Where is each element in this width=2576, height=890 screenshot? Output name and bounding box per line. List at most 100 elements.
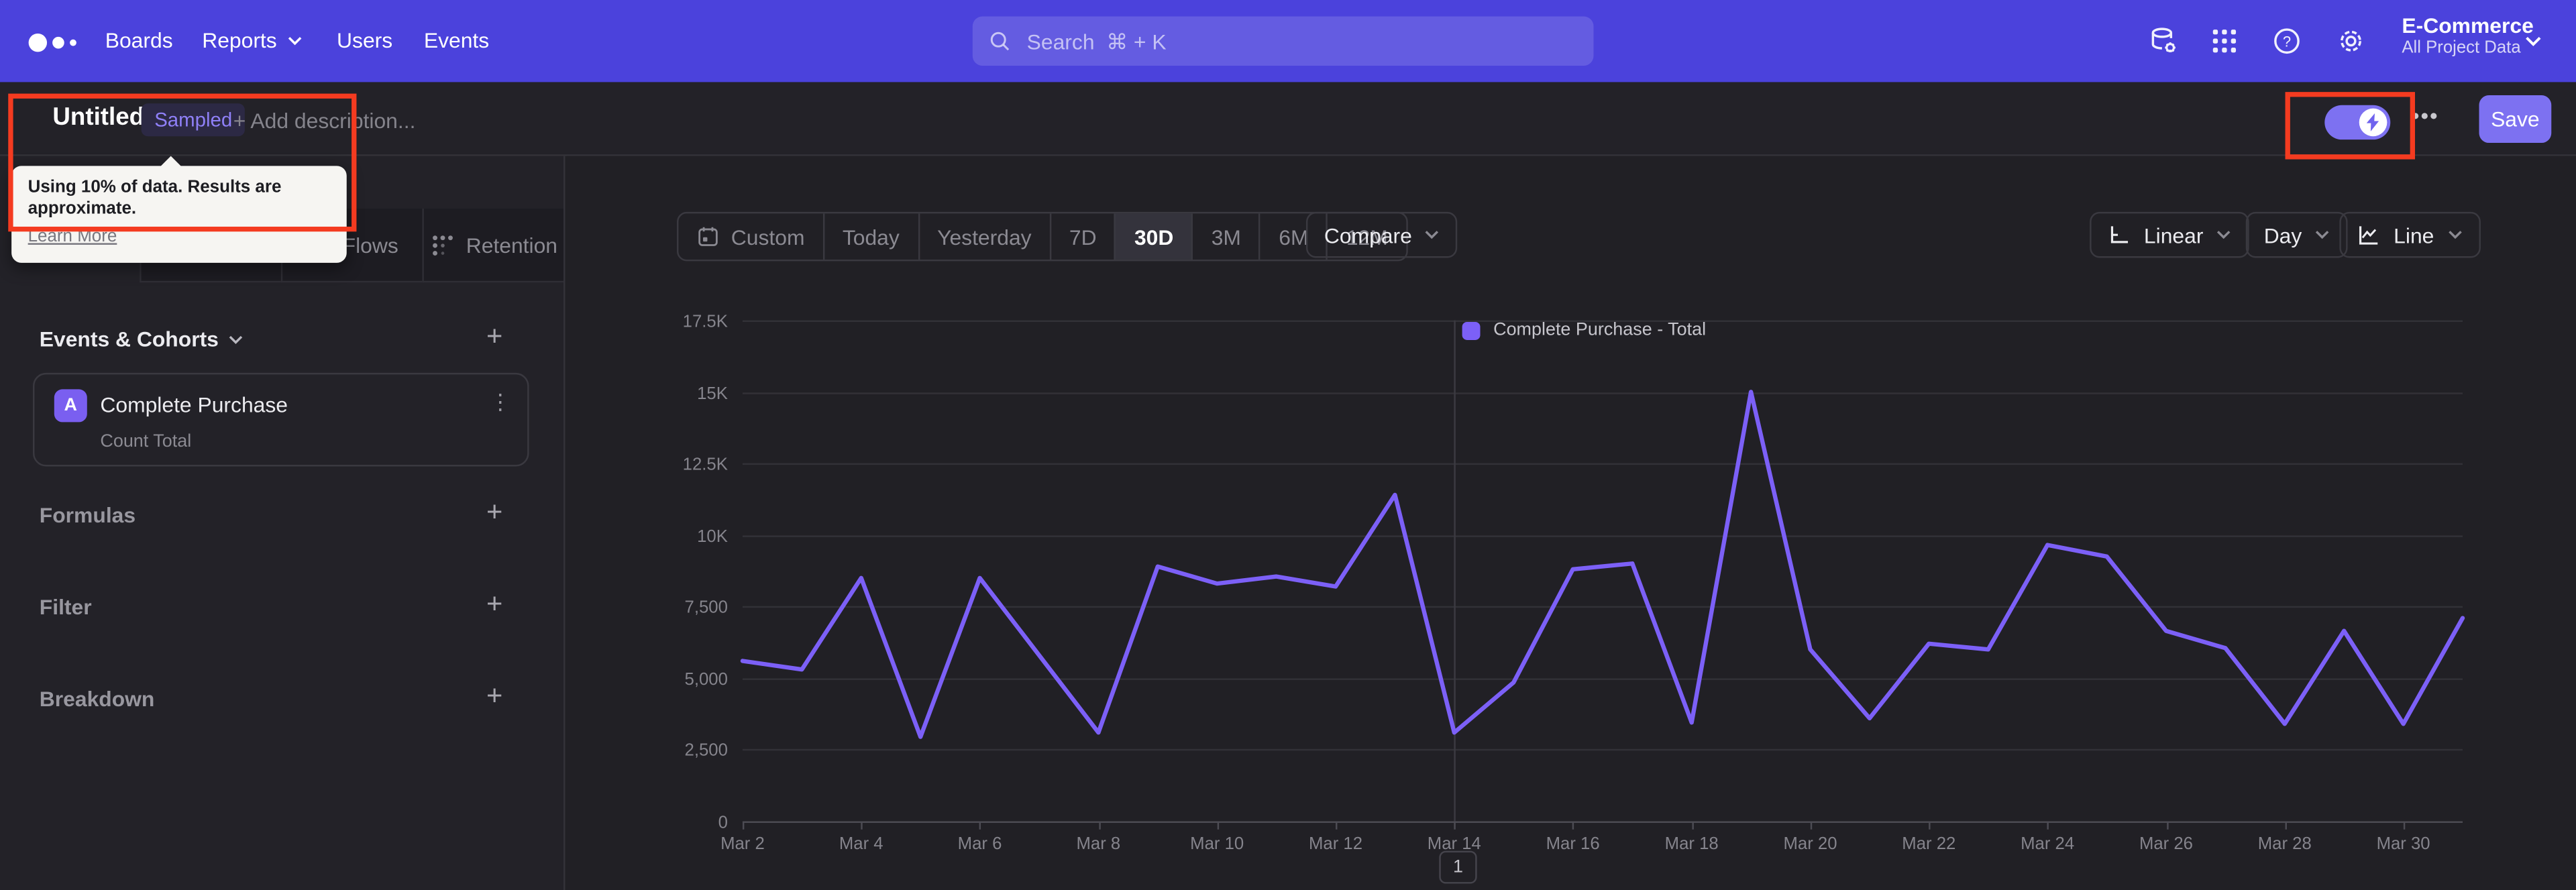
event-name: Complete Purchase bbox=[100, 392, 288, 418]
project-scope: All Project Data bbox=[2402, 38, 2521, 58]
lightning-bolt-icon bbox=[2366, 113, 2379, 131]
data-management-icon[interactable] bbox=[2149, 26, 2178, 56]
search-icon bbox=[990, 32, 1010, 51]
chevron-down-icon bbox=[229, 335, 243, 343]
x-tick bbox=[1336, 821, 1338, 830]
calendar-icon bbox=[698, 227, 718, 246]
add-description[interactable]: + Add description... bbox=[233, 109, 416, 133]
x-tick-label: Mar 28 bbox=[2257, 834, 2312, 854]
series-line bbox=[740, 390, 2465, 739]
breakdown-label: Breakdown bbox=[39, 686, 155, 712]
add-filter-button[interactable]: + bbox=[482, 590, 508, 618]
filter-label: Filter bbox=[39, 594, 92, 620]
x-tick bbox=[979, 821, 981, 830]
x-tick bbox=[742, 821, 745, 830]
app-window: Boards Reports Users Events ? bbox=[0, 0, 2576, 890]
chart-type-dropdown[interactable]: Line bbox=[2339, 211, 2480, 258]
toggle-knob bbox=[2359, 108, 2387, 137]
gridline bbox=[742, 821, 2463, 823]
events-cohorts-header[interactable]: Events & Cohorts bbox=[40, 327, 244, 351]
scale-dropdown[interactable]: Linear bbox=[2090, 211, 2249, 258]
x-tick-label: Mar 22 bbox=[1902, 834, 1956, 854]
learn-more-link[interactable]: Learn More bbox=[28, 227, 117, 246]
svg-text:?: ? bbox=[2283, 34, 2291, 50]
compare-dropdown[interactable]: Compare bbox=[1305, 211, 1458, 258]
project-switcher[interactable]: E-Commerce All Project Data bbox=[2402, 13, 2533, 60]
x-tick bbox=[1217, 821, 1219, 830]
nav-events[interactable]: Events bbox=[424, 28, 489, 53]
more-menu[interactable]: ••• bbox=[2412, 103, 2439, 128]
help-icon[interactable]: ? bbox=[2272, 26, 2302, 56]
series-letter-badge: A bbox=[54, 389, 87, 423]
x-tick bbox=[1929, 821, 1931, 830]
range-custom[interactable]: Custom bbox=[678, 213, 822, 260]
event-card[interactable]: A Complete Purchase ⋮ Count Total bbox=[32, 372, 529, 467]
interval-dropdown[interactable]: Day bbox=[2245, 211, 2348, 258]
x-tick bbox=[2047, 821, 2049, 830]
date-range-control: Custom Today Yesterday 7D 30D 3M 6M 12M bbox=[676, 211, 1408, 262]
x-tick bbox=[1454, 821, 1456, 830]
nav-boards[interactable]: Boards bbox=[105, 28, 173, 53]
save-button[interactable]: Save bbox=[2479, 95, 2552, 144]
chevron-down-icon bbox=[1426, 231, 1440, 239]
nav-users[interactable]: Users bbox=[337, 28, 392, 53]
x-tick-label: Mar 6 bbox=[957, 834, 1002, 854]
event-options-kebab[interactable]: ⋮ bbox=[490, 389, 511, 415]
range-7d[interactable]: 7D bbox=[1049, 213, 1115, 260]
formulas-label: Formulas bbox=[39, 502, 136, 528]
chevron-down-icon bbox=[2316, 231, 2329, 239]
x-tick bbox=[2403, 821, 2406, 830]
x-tick-label: Mar 4 bbox=[839, 834, 883, 854]
x-tick-label: Mar 2 bbox=[720, 834, 765, 854]
report-title[interactable]: Untitled bbox=[52, 103, 144, 131]
x-tick bbox=[1572, 821, 1575, 830]
project-chevron-icon[interactable] bbox=[2525, 36, 2541, 48]
y-tick-label: 0 bbox=[718, 813, 728, 833]
x-tick bbox=[2284, 821, 2287, 830]
retention-icon bbox=[432, 234, 453, 255]
sampling-tooltip: Using 10% of data. Results are approxima… bbox=[11, 156, 347, 263]
nav-reports[interactable]: Reports bbox=[202, 28, 301, 52]
range-today[interactable]: Today bbox=[822, 213, 917, 260]
add-formula-button[interactable]: + bbox=[482, 498, 508, 526]
chevron-down-icon bbox=[287, 36, 301, 45]
y-tick-label: 12.5K bbox=[682, 455, 728, 475]
x-tick bbox=[1098, 821, 1100, 830]
report-header: Untitled Sampled + Add description... ••… bbox=[0, 82, 2576, 222]
search-input[interactable] bbox=[972, 16, 1594, 66]
sampled-badge[interactable]: Sampled bbox=[141, 103, 246, 137]
tab-retention[interactable]: Retention bbox=[422, 209, 564, 283]
sampling-toggle[interactable] bbox=[2324, 105, 2391, 140]
apps-grid-icon[interactable] bbox=[2210, 26, 2239, 56]
y-tick-label: 15K bbox=[697, 384, 728, 404]
linear-axis-icon bbox=[2110, 226, 2129, 243]
y-tick-label: 2,500 bbox=[684, 741, 728, 761]
page-indicator[interactable]: 1 bbox=[1439, 850, 1477, 884]
x-tick bbox=[861, 821, 863, 830]
x-tick-label: Mar 24 bbox=[2021, 834, 2075, 854]
x-tick-label: Mar 26 bbox=[2139, 834, 2194, 854]
line-chart: Mar 2 Mar 4 Mar 6 Mar 8 Mar 10 Mar 12 Mar 14 Ma… bbox=[720, 320, 2465, 854]
chevron-down-icon bbox=[2448, 231, 2461, 239]
event-metric[interactable]: Count Total bbox=[100, 432, 191, 451]
x-tick-label: Mar 18 bbox=[1664, 834, 1719, 854]
project-name: E-Commerce bbox=[2402, 13, 2534, 38]
range-3m[interactable]: 3M bbox=[1191, 213, 1259, 260]
range-yesterday[interactable]: Yesterday bbox=[917, 213, 1050, 260]
add-breakdown-button[interactable]: + bbox=[482, 681, 508, 710]
x-tick-label: Mar 12 bbox=[1308, 834, 1363, 854]
x-tick bbox=[2165, 821, 2168, 830]
range-30d[interactable]: 30D bbox=[1114, 213, 1192, 260]
x-tick-label: Mar 10 bbox=[1190, 834, 1244, 854]
settings-gear-icon[interactable] bbox=[2336, 26, 2365, 56]
top-nav: Boards Reports Users Events ? bbox=[0, 0, 2576, 82]
chevron-down-icon bbox=[2217, 231, 2231, 239]
tab-label: Retention bbox=[466, 232, 558, 258]
mixpanel-logo[interactable] bbox=[26, 32, 89, 54]
x-tick-label: Mar 30 bbox=[2376, 834, 2430, 854]
x-tick-label: Mar 16 bbox=[1546, 834, 1600, 854]
tab-label: Flows bbox=[342, 232, 398, 258]
add-event-button[interactable]: + bbox=[482, 322, 508, 350]
y-tick-label: 7,500 bbox=[684, 598, 728, 618]
x-tick-label: Mar 8 bbox=[1076, 834, 1121, 854]
